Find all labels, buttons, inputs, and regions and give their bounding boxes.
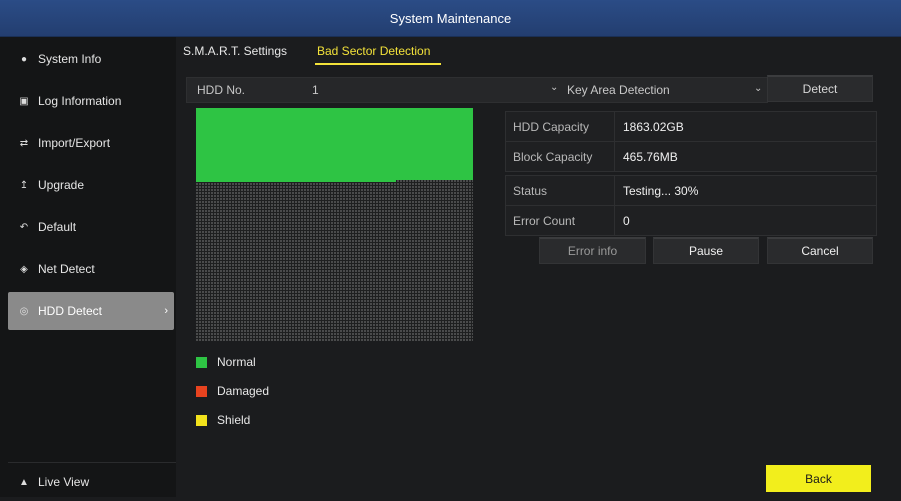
active-tab-indicator: [315, 63, 441, 65]
chevron-right-icon: ›: [164, 305, 168, 317]
default-icon: ↶: [19, 221, 29, 233]
sidebar-item-default[interactable]: ↶ Default: [8, 208, 176, 246]
chevron-down-icon: ⌄: [550, 82, 559, 93]
legend-normal: Normal: [196, 355, 256, 369]
pause-label: Pause: [688, 244, 724, 258]
normal-sector-area: [196, 108, 473, 180]
divider: [614, 206, 615, 235]
sidebar-item-net-detect[interactable]: ◈ Net Detect: [8, 250, 176, 288]
home-icon: ▲: [19, 476, 29, 488]
sidebar-item-label: Import/Export: [38, 136, 111, 150]
detect-button-label: Detect: [802, 82, 838, 96]
hdd-capacity-label: HDD Capacity: [513, 120, 590, 134]
tab-smart-settings[interactable]: S.M.A.R.T. Settings: [183, 44, 287, 58]
divider: [614, 176, 615, 205]
network-icon: ◈: [20, 263, 28, 275]
error-count-row: Error Count 0: [506, 206, 876, 235]
tab-bad-sector-detection[interactable]: Bad Sector Detection: [317, 44, 430, 58]
info-icon: ●: [20, 53, 28, 65]
status-label: Status: [513, 184, 548, 198]
cancel-button[interactable]: Cancel: [767, 237, 873, 264]
normal-sector-partial: [196, 180, 396, 182]
hdd-no-label: HDD No.: [197, 83, 246, 97]
status-info-box: Status Testing... 30% Error Count 0: [505, 175, 877, 236]
hdd-capacity-row: HDD Capacity 1863.02GB: [506, 112, 876, 142]
window-title: System Maintenance: [0, 0, 901, 37]
sidebar-item-label: HDD Detect: [38, 304, 103, 318]
cancel-label: Cancel: [801, 244, 839, 258]
detection-mode-select[interactable]: Key Area Detection: [567, 83, 670, 97]
legend-damaged: Damaged: [196, 384, 269, 398]
capacity-info-box: HDD Capacity 1863.02GB Block Capacity 46…: [505, 111, 877, 172]
sidebar-item-label: Default: [38, 220, 77, 234]
sidebar-item-label: Live View: [38, 475, 90, 489]
block-capacity-row: Block Capacity 465.76MB: [506, 142, 876, 171]
legend-label: Normal: [217, 355, 256, 369]
divider: [614, 112, 615, 141]
main-panel: S.M.A.R.T. Settings Bad Sector Detection…: [176, 37, 901, 497]
sidebar-item-label: System Info: [38, 52, 102, 66]
hdd-icon: ◎: [19, 305, 29, 317]
sidebar: ● System Info ▣ Log Information ⇄ Import…: [0, 37, 176, 497]
legend-shield: Shield: [196, 413, 250, 427]
divider: [614, 142, 615, 171]
status-row: Status Testing... 30%: [506, 176, 876, 206]
legend-label: Damaged: [217, 384, 270, 398]
back-button[interactable]: Back: [766, 465, 871, 492]
pause-button[interactable]: Pause: [653, 237, 759, 264]
detect-button[interactable]: Detect: [767, 75, 873, 102]
error-count-label: Error Count: [513, 214, 576, 228]
block-capacity-label: Block Capacity: [513, 150, 593, 164]
error-info-label: Error info: [567, 244, 618, 258]
sector-map: [196, 108, 473, 341]
legend-swatch-shield: [196, 414, 207, 426]
sidebar-item-label: Net Detect: [38, 262, 95, 276]
legend-swatch-normal: [196, 356, 207, 368]
sidebar-item-upgrade[interactable]: ↥ Upgrade: [8, 166, 176, 204]
dropdown-arrow-icon[interactable]: ⌄: [754, 83, 762, 94]
sidebar-item-label: Upgrade: [38, 178, 85, 192]
sidebar-item-system-info[interactable]: ● System Info: [8, 40, 176, 78]
hdd-select-row: HDD No. 1 ⌄ Key Area Detection ⌄: [186, 77, 768, 103]
sidebar-item-label: Log Information: [38, 94, 122, 108]
error-count-value: 0: [623, 214, 630, 228]
upgrade-icon: ↥: [19, 179, 29, 191]
hdd-capacity-value: 1863.02GB: [623, 120, 684, 134]
block-capacity-value: 465.76MB: [623, 150, 678, 164]
import-export-icon: ⇄: [19, 137, 29, 149]
back-label: Back: [805, 471, 832, 486]
sidebar-item-live-view[interactable]: ▲ Live View: [8, 462, 176, 501]
legend-swatch-damaged: [196, 385, 207, 397]
status-value: Testing... 30%: [623, 184, 699, 198]
sidebar-item-hdd-detect[interactable]: ◎ HDD Detect ›: [8, 292, 174, 330]
window-title-text: System Maintenance: [389, 10, 512, 26]
log-icon: ▣: [19, 95, 29, 107]
sidebar-item-import-export[interactable]: ⇄ Import/Export: [8, 124, 176, 162]
hdd-no-select[interactable]: 1: [312, 83, 319, 97]
sidebar-item-log-information[interactable]: ▣ Log Information: [8, 82, 176, 120]
legend-label: Shield: [217, 413, 251, 427]
error-info-button[interactable]: Error info: [539, 237, 646, 264]
